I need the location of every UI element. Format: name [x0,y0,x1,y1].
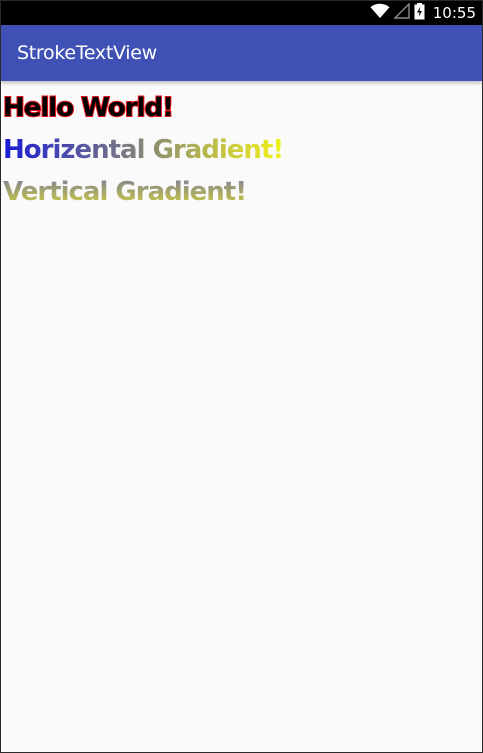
horizontal-gradient-text: Horizental Gradient! [3,129,284,171]
vertical-gradient-text: Vertical Gradient! [3,171,247,213]
horizontal-gradient-line: Horizental Gradient! [3,129,482,171]
battery-charging-icon [414,2,425,24]
device-screen: 10:55 StrokeTextView Hello World! Horize… [0,0,483,753]
status-time: 10:55 [432,4,476,22]
stroke-text-line: Hello World! [2,87,482,129]
wifi-icon [370,3,390,23]
status-bar: 10:55 [1,1,482,25]
vertical-gradient-line: Vertical Gradient! [3,171,482,213]
cell-signal-icon [393,2,410,23]
app-bar: StrokeTextView [1,25,482,81]
hello-world-stroke-text: Hello World! [2,92,175,124]
app-title: StrokeTextView [17,42,157,64]
status-icons: 10:55 [370,2,476,24]
content-area: Hello World! Horizental Gradient! Vertic… [1,81,482,213]
